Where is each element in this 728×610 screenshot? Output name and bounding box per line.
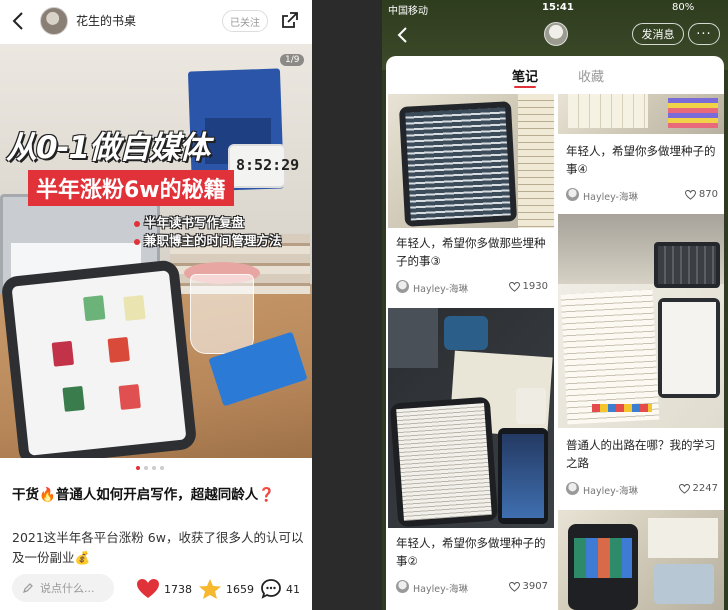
author-avatar [396, 580, 409, 593]
clock-time: 8:52:29 [236, 156, 300, 174]
tab-notes[interactable]: 笔记 [512, 66, 538, 85]
post-image[interactable]: 8:52:29 从0-1做自媒体 半年涨粉6w的秘籍 半年读书写作复盘 兼职博主… [0, 44, 312, 458]
note-like[interactable]: 3907 [508, 581, 548, 592]
author-avatar [396, 280, 409, 293]
note-card[interactable]: 年轻人，希望你多做那些埋种子的事③ Hayley-海琳 1930 [388, 94, 554, 300]
image-cup [190, 274, 254, 354]
note-photo [558, 510, 724, 610]
bottom-action-bar: 说点什么... 1738 1659 41 [0, 566, 312, 610]
share-icon[interactable] [280, 10, 300, 30]
post-header: 花生的书桌 已关注 [0, 0, 312, 42]
right-phone-screen: 中国移动 15:41 80% 发消息 ··· 笔记 收藏 年轻人，希望你多做那些… [382, 0, 728, 610]
status-bar: 中国移动 15:41 80% [382, 2, 728, 17]
tab-collections[interactable]: 收藏 [578, 66, 604, 85]
note-card[interactable] [558, 510, 724, 610]
author-avatar [566, 188, 579, 201]
image-tablet [0, 259, 198, 458]
status-time: 15:41 [542, 2, 574, 13]
comment-input[interactable]: 说点什么... [12, 574, 114, 602]
post-body: 2021这半年各平台涨粉 6w，收获了很多人的认可以及一份副业💰 [12, 530, 304, 565]
image-point-1: 半年读书写作复盘 [134, 212, 244, 231]
image-clock: 8:52:29 [228, 144, 299, 188]
send-message-button[interactable]: 发消息 [632, 23, 684, 45]
note-title: 年轻人，希望你多做埋种子的事④ [566, 144, 716, 176]
collect-button[interactable]: 1659 [198, 578, 254, 600]
battery-level: 80% [672, 2, 695, 13]
more-button[interactable]: ··· [688, 23, 720, 45]
note-like[interactable]: 1930 [508, 281, 548, 292]
heart-outline-icon [678, 483, 690, 494]
note-author: Hayley-海琳 [583, 192, 638, 203]
star-icon [199, 579, 221, 599]
author-avatar[interactable] [40, 7, 68, 35]
pencil-icon [23, 583, 33, 593]
back-arrow-icon[interactable] [396, 26, 408, 44]
note-like[interactable]: 870 [684, 189, 718, 200]
note-photo [558, 94, 724, 134]
follow-button[interactable]: 已关注 [222, 10, 268, 32]
comment-count: 41 [286, 582, 300, 596]
author-avatar [566, 482, 579, 495]
profile-tabs: 笔记 收藏 [386, 56, 724, 94]
note-meta: Hayley-海琳 3907 [396, 580, 548, 595]
heart-outline-icon [508, 581, 520, 592]
note-title: 普通人的出路在哪？我的学习之路 [566, 438, 716, 470]
carrier: 中国移动 [388, 6, 428, 17]
note-author: Hayley-海琳 [583, 486, 638, 497]
note-meta: Hayley-海琳 870 [566, 188, 718, 203]
note-title: 年轻人，希望你多做埋种子的事② [396, 536, 546, 568]
collect-count: 1659 [226, 582, 254, 596]
heart-outline-icon [508, 281, 520, 292]
note-author: Hayley-海琳 [413, 284, 468, 295]
notes-panel: 笔记 收藏 年轻人，希望你多做那些埋种子的事③ Hayley-海琳 1930 年… [386, 56, 724, 610]
heart-icon [137, 579, 159, 598]
author-name[interactable]: 花生的书桌 [76, 12, 136, 29]
active-tab-indicator [514, 86, 536, 88]
post-title: 干货🔥普通人如何开启写作，超越同龄人❓ [12, 487, 276, 503]
comment-button[interactable]: 41 [260, 578, 300, 600]
image-point-2: 兼职博主的时间管理方法 [134, 230, 282, 249]
image-title: 从0-1做自媒体 [6, 130, 210, 166]
note-meta: Hayley-海琳 2247 [566, 482, 718, 497]
profile-nav: 发消息 ··· [382, 18, 728, 52]
image-counter: 1/9 [280, 54, 305, 66]
note-author: Hayley-海琳 [413, 584, 468, 595]
heart-outline-icon [684, 189, 696, 200]
note-meta: Hayley-海琳 1930 [396, 280, 548, 295]
note-card[interactable]: 普通人的出路在哪？我的学习之路 Hayley-海琳 2247 [558, 214, 724, 504]
note-card[interactable]: 年轻人，希望你多做埋种子的事④ Hayley-海琳 870 [558, 94, 724, 210]
left-phone-screen: 花生的书桌 已关注 8:52:29 从0-1做自媒体 半年涨粉6w的秘籍 半年读… [0, 0, 312, 610]
like-button[interactable]: 1738 [136, 578, 192, 600]
note-photo [388, 308, 554, 528]
comment-placeholder: 说点什么... [40, 582, 95, 595]
note-photo [558, 214, 724, 428]
note-card[interactable]: 年轻人，希望你多做埋种子的事② Hayley-海琳 3907 [388, 308, 554, 608]
note-title: 年轻人，希望你多做那些埋种子的事③ [396, 236, 546, 268]
note-photo [388, 94, 554, 228]
carousel-dots [136, 466, 164, 470]
back-arrow-icon[interactable] [10, 10, 28, 32]
profile-avatar[interactable] [544, 22, 568, 46]
like-count: 1738 [164, 582, 192, 596]
image-subtitle: 半年涨粉6w的秘籍 [28, 170, 234, 206]
note-like[interactable]: 2247 [678, 483, 718, 494]
comment-bubble-icon [261, 579, 281, 599]
